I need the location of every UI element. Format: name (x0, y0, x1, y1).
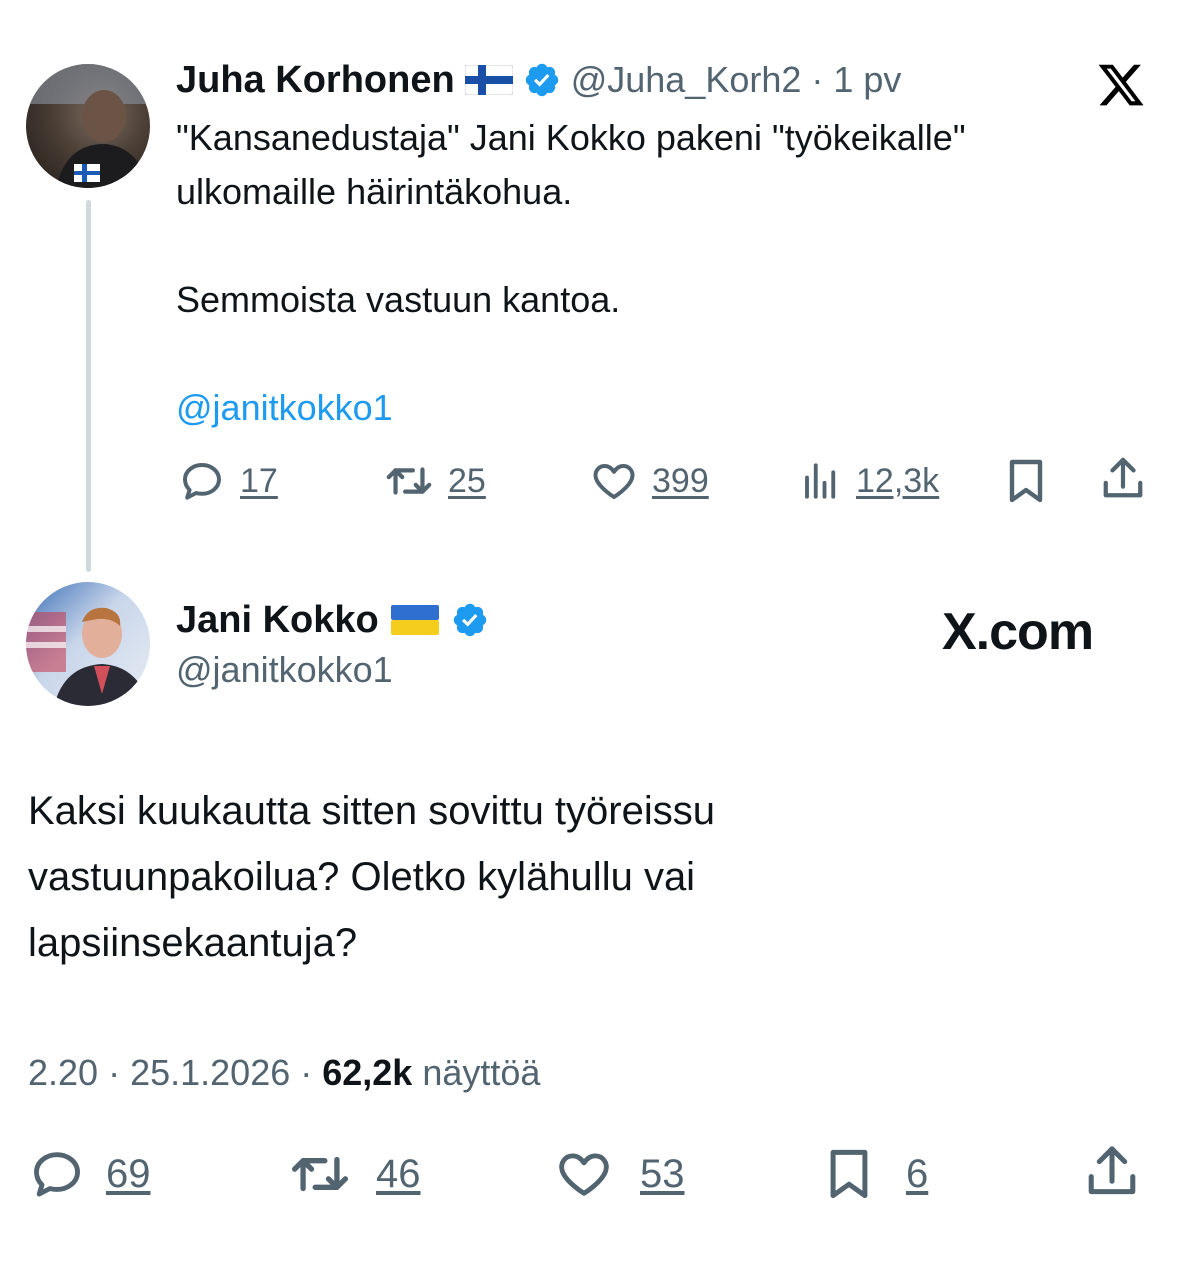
bookmark-action[interactable]: 6 (824, 1144, 928, 1204)
author-name[interactable]: Jani Kokko (176, 598, 379, 642)
reply-icon (34, 1152, 80, 1197)
views-count: 62,2k (322, 1052, 413, 1093)
reply-tweet-line-2: vastuunpakoilua? Oletko kylähullu vai (28, 855, 696, 899)
views-chart-icon (805, 463, 836, 499)
retweet-icon (386, 467, 432, 495)
heart-icon (593, 464, 635, 499)
views-count: 12,3k (856, 461, 940, 500)
heart-icon (559, 1153, 609, 1196)
retweet-icon (291, 1156, 349, 1192)
separator-dot: · (811, 59, 824, 100)
share-icon[interactable] (1100, 454, 1146, 504)
reply-action[interactable]: 69 (28, 1144, 151, 1204)
share-icon[interactable] (1084, 1142, 1140, 1202)
avatar-juha-korhonen[interactable] (26, 64, 150, 188)
author-handle[interactable]: @Juha_Korh2 (571, 59, 802, 101)
retweet-count: 46 (376, 1151, 421, 1196)
retweet-action[interactable]: 46 (288, 1144, 421, 1204)
tweet-time[interactable]: 2.20 (28, 1052, 98, 1094)
like-action[interactable]: 53 (554, 1144, 685, 1204)
finland-flag-icon (464, 65, 513, 95)
x-com-logo[interactable]: X.com (942, 603, 1094, 661)
author-name[interactable]: Juha Korhonen (176, 58, 455, 102)
views-label: näyttöä (422, 1052, 541, 1093)
quoted-tweet-line-1: "Kansanedustaja" Jani Kokko pakeni "työk… (176, 117, 966, 158)
bookmark-count: 6 (906, 1151, 929, 1196)
reply-count: 69 (106, 1151, 151, 1196)
reply-icon (183, 463, 221, 500)
quoted-tweet-line-2: ulkomaille häirintäkohua. (176, 171, 573, 212)
tweet-date[interactable]: 25.1.2026 (130, 1052, 290, 1094)
timestamp[interactable]: 1 pv (833, 59, 901, 101)
author-handle[interactable]: @janitkokko1 (176, 648, 393, 692)
views-action[interactable]: 12,3k (800, 456, 939, 506)
avatar-photo-icon (26, 64, 150, 188)
mention-link[interactable]: @janitkokko1 (176, 381, 393, 435)
like-action[interactable]: 399 (590, 456, 709, 506)
retweet-count: 25 (448, 461, 486, 500)
x-com-text: X.com (942, 603, 1094, 661)
reply-tweet-line-1: Kaksi kuukautta sitten sovittu työreissu (28, 789, 715, 833)
tweet-meta: 2.20 · 25.1.2026 · 62,2k näyttöä (28, 1052, 540, 1094)
reply-tweet-header: Jani Kokko (176, 598, 489, 642)
separator-dot: · (108, 1052, 121, 1093)
avatar-photo-icon (26, 607, 150, 706)
like-count: 53 (640, 1151, 685, 1196)
reply-count: 17 (240, 461, 278, 500)
reply-tweet-line-3: lapsiinsekaantuja? (28, 921, 358, 965)
reply-action[interactable]: 17 (178, 456, 278, 506)
avatar-jani-kokko[interactable] (26, 582, 150, 706)
retweet-action[interactable]: 25 (384, 456, 486, 506)
bookmark-icon[interactable] (1004, 456, 1048, 506)
verified-badge-icon[interactable] (451, 601, 489, 639)
thread-line (86, 200, 91, 572)
x-logo-icon[interactable] (1096, 60, 1146, 110)
separator-dot: · (300, 1052, 313, 1093)
quoted-tweet-line-3: Semmoista vastuun kantoa. (176, 279, 621, 320)
verified-badge-icon[interactable] (523, 61, 561, 99)
ukraine-flag-icon (390, 605, 439, 635)
bookmark-icon (830, 1149, 868, 1199)
like-count: 399 (652, 461, 709, 500)
quoted-tweet-header: Juha Korhonen @Juha_Korh2 · 1 pv (176, 58, 901, 102)
